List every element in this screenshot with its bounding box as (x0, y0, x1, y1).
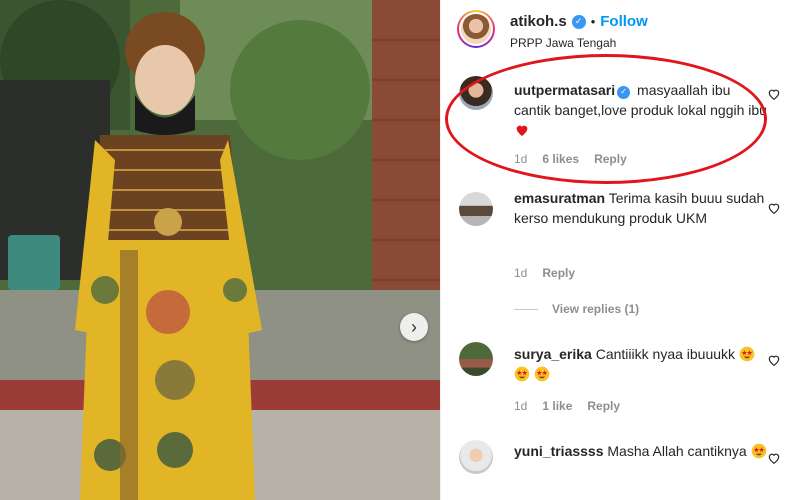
woman-in-batik-dress-image (0, 0, 440, 500)
comment-text-block: surya_erika Cantiiikk nyaa ibuuukk (514, 344, 769, 384)
commenter-avatar[interactable] (459, 342, 493, 376)
reply-button[interactable]: Reply (542, 266, 575, 280)
post-photo: › (0, 0, 440, 500)
like-heart-icon[interactable] (767, 87, 781, 101)
comment-time: 1d (514, 266, 528, 280)
comment-username[interactable]: emasuratman (514, 190, 605, 206)
comment-username[interactable]: surya_erika (514, 346, 592, 362)
replies-divider-line (514, 308, 538, 310)
comment-likes[interactable]: 1 like (542, 399, 572, 413)
star-struck-emoji-icon (739, 346, 755, 362)
comment-meta: 1d 1 like Reply (514, 399, 620, 413)
commenter-avatar[interactable] (459, 76, 493, 110)
comment-body: Masha Allah cantiknya (607, 443, 747, 459)
comments-panel: atikoh.s ✓ • Follow PRPP Jawa Tengah uut… (440, 0, 800, 500)
author-avatar[interactable] (457, 10, 495, 48)
view-replies-label: View replies (1) (552, 302, 640, 316)
post-header: atikoh.s ✓ • Follow PRPP Jawa Tengah (441, 0, 800, 58)
star-struck-emoji-icon (751, 443, 766, 459)
like-heart-icon[interactable] (767, 353, 781, 367)
verified-badge-icon: ✓ (617, 85, 631, 99)
view-replies-button[interactable]: View replies (1) (514, 302, 639, 316)
red-heart-emoji-icon (516, 125, 528, 136)
comment-text-block: uutpermatasari ✓ masyaallah ibu cantik ba… (514, 80, 769, 140)
carousel-next-button[interactable]: › (400, 313, 428, 341)
post-location[interactable]: PRPP Jawa Tengah (510, 36, 616, 50)
comment-time: 1d (514, 152, 528, 166)
separator-dot: • (590, 14, 596, 29)
comment-time: 1d (514, 399, 528, 413)
star-struck-emoji-icon (514, 366, 530, 382)
follow-button[interactable]: Follow (600, 13, 648, 30)
like-heart-icon[interactable] (767, 451, 781, 465)
reply-button[interactable]: Reply (594, 152, 627, 166)
reply-button[interactable]: Reply (587, 399, 620, 413)
verified-badge-icon: ✓ (571, 14, 586, 29)
author-username[interactable]: atikoh.s (510, 13, 567, 30)
like-heart-icon[interactable] (767, 201, 781, 215)
comment-meta: 1d Reply (514, 266, 575, 280)
commenter-avatar[interactable] (459, 440, 493, 474)
comment-likes[interactable]: 6 likes (542, 152, 579, 166)
chevron-right-icon: › (411, 317, 417, 337)
comment-username[interactable]: yuni_triassss (514, 443, 604, 459)
comment-text-block: yuni_triassss Masha Allah cantiknya (514, 441, 769, 461)
commenter-avatar[interactable] (459, 192, 493, 226)
star-struck-emoji-icon (534, 366, 550, 382)
comment-username[interactable]: uutpermatasari (514, 82, 615, 98)
comment-meta: 1d 6 likes Reply (514, 152, 627, 166)
comment-text-block: emasuratman Terima kasih buuu sudah kers… (514, 188, 769, 228)
comment-body: Cantiiikk nyaa ibuuukk (595, 346, 736, 362)
